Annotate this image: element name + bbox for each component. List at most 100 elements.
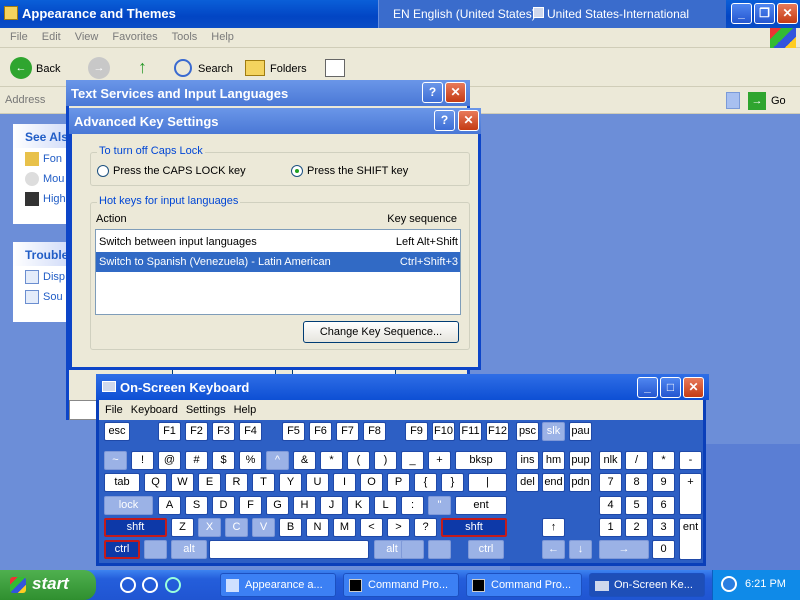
key-1-14[interactable]: ins	[516, 451, 539, 470]
key-0-11[interactable]: F11	[459, 422, 482, 441]
key-5-4[interactable]: ←	[542, 540, 565, 559]
key-5-7[interactable]: 0	[652, 540, 675, 559]
close-button[interactable]: ✕	[445, 82, 466, 103]
key-1-6[interactable]: ^	[266, 451, 289, 470]
go-arrow-icon[interactable]: →	[748, 92, 766, 110]
key-5-5[interactable]: ↓	[569, 540, 592, 559]
advanced-key-titlebar[interactable]: Advanced Key Settings	[69, 108, 481, 134]
key-0-3[interactable]: F3	[212, 422, 235, 441]
views-icon[interactable]	[325, 59, 345, 77]
key-4-5[interactable]: B	[279, 518, 302, 537]
address-dropdown-icon[interactable]	[726, 92, 740, 109]
key-1-2[interactable]: @	[158, 451, 181, 470]
key-2-7[interactable]: U	[306, 473, 329, 492]
key-0-8[interactable]: F8	[363, 422, 386, 441]
key-4-6[interactable]: N	[306, 518, 329, 537]
key-3-13[interactable]: 4	[599, 496, 622, 515]
shift-radio[interactable]: Press the SHIFT key	[291, 165, 408, 178]
key-5-0[interactable]: ctrl	[104, 540, 140, 559]
internet-explorer-icon[interactable]	[120, 577, 136, 593]
key-1-3[interactable]: #	[185, 451, 208, 470]
key-3-4[interactable]: F	[239, 496, 262, 515]
list-item[interactable]: Switch between input languages Left Alt+…	[96, 232, 460, 252]
minimize-button[interactable]: _	[731, 3, 752, 24]
key-0-10[interactable]: F10	[432, 422, 455, 441]
start-button[interactable]: start	[0, 570, 96, 600]
key-3-15[interactable]: 6	[652, 496, 675, 515]
clock-time[interactable]: 6:21 PM	[745, 578, 786, 590]
key-4-0[interactable]: shft	[104, 518, 167, 537]
key-3-7[interactable]: J	[320, 496, 343, 515]
back-button[interactable]: Back	[36, 63, 60, 75]
key-4-7[interactable]: M	[333, 518, 356, 537]
key-1-5[interactable]: %	[239, 451, 262, 470]
taskbar-button-command-prompt[interactable]: Command Pro...	[466, 573, 582, 597]
caps-lock-radio[interactable]: Press the CAPS LOCK key	[97, 165, 246, 178]
key-3-5[interactable]: G	[266, 496, 289, 515]
key-1-9[interactable]: (	[347, 451, 370, 470]
menu-view[interactable]: View	[75, 28, 99, 47]
key-5-6[interactable]: →	[599, 540, 649, 559]
text-services-titlebar[interactable]: Text Services and Input Languages	[66, 80, 470, 106]
key-0-0[interactable]: esc	[104, 422, 130, 441]
key-2-6[interactable]: Y	[279, 473, 302, 492]
key-1-19[interactable]: *	[652, 451, 675, 470]
key-2-20[interactable]: +	[679, 473, 702, 515]
key-1-16[interactable]: pup	[569, 451, 592, 470]
key-2-3[interactable]: E	[198, 473, 221, 492]
key-3-6[interactable]: H	[293, 496, 316, 515]
taskbar-button-appearance[interactable]: Appearance a...	[220, 573, 336, 597]
key-5-3[interactable]: ctrl	[468, 540, 504, 559]
input-language[interactable]: EN English (United States)	[393, 7, 536, 21]
key-3-0[interactable]: lock	[104, 496, 153, 515]
key-0-2[interactable]: F2	[185, 422, 208, 441]
key-1-17[interactable]: nlk	[599, 451, 622, 470]
key-4-3[interactable]: C	[225, 518, 248, 537]
back-arrow-icon[interactable]: ←	[10, 57, 32, 79]
key-1-7[interactable]: &	[293, 451, 316, 470]
key-4-16[interactable]: ent	[679, 518, 702, 560]
menu-tools[interactable]: Tools	[172, 28, 198, 47]
close-button[interactable]: ✕	[777, 3, 798, 24]
forward-arrow-icon[interactable]: →	[88, 57, 110, 79]
spacebar[interactable]	[209, 540, 369, 559]
key-4-4[interactable]: V	[252, 518, 275, 537]
windows-logo-key[interactable]	[144, 540, 167, 559]
key-1-13[interactable]: bksp	[455, 451, 507, 470]
key-1-1[interactable]: !	[131, 451, 154, 470]
key-2-2[interactable]: W	[171, 473, 194, 492]
key-4-8[interactable]: <	[360, 518, 383, 537]
key-4-11[interactable]: shft	[441, 518, 507, 537]
key-4-2[interactable]: X	[198, 518, 221, 537]
key-0-13[interactable]: psc	[516, 422, 539, 441]
windows-logo-key[interactable]	[401, 540, 424, 559]
key-2-10[interactable]: P	[387, 473, 410, 492]
key-4-1[interactable]: Z	[171, 518, 194, 537]
key-3-2[interactable]: S	[185, 496, 208, 515]
keyboard-layout[interactable]: United States-International	[547, 7, 689, 21]
key-1-12[interactable]: +	[428, 451, 451, 470]
key-1-11[interactable]: _	[401, 451, 424, 470]
key-0-5[interactable]: F5	[282, 422, 305, 441]
key-1-10[interactable]: )	[374, 451, 397, 470]
key-0-14[interactable]: slk	[542, 422, 565, 441]
list-item-selected[interactable]: Switch to Spanish (Venezuela) - Latin Am…	[96, 252, 460, 272]
key-1-8[interactable]: *	[320, 451, 343, 470]
key-0-6[interactable]: F6	[309, 422, 332, 441]
key-4-12[interactable]: ↑	[542, 518, 565, 537]
key-4-10[interactable]: ?	[414, 518, 437, 537]
key-5-1[interactable]: alt	[171, 540, 207, 559]
taskbar-button-command-prompt[interactable]: Command Pro...	[343, 573, 459, 597]
media-player-icon[interactable]	[165, 577, 181, 593]
key-2-11[interactable]: {	[414, 473, 437, 492]
key-1-4[interactable]: $	[212, 451, 235, 470]
menu-key[interactable]	[428, 540, 451, 559]
key-2-9[interactable]: O	[360, 473, 383, 492]
key-0-9[interactable]: F9	[405, 422, 428, 441]
key-4-9[interactable]: >	[387, 518, 410, 537]
help-button[interactable]: ?	[434, 110, 455, 131]
menu-edit[interactable]: Edit	[42, 28, 61, 47]
key-4-13[interactable]: 1	[599, 518, 622, 537]
key-2-16[interactable]: pdn	[569, 473, 592, 492]
key-2-15[interactable]: end	[542, 473, 565, 492]
